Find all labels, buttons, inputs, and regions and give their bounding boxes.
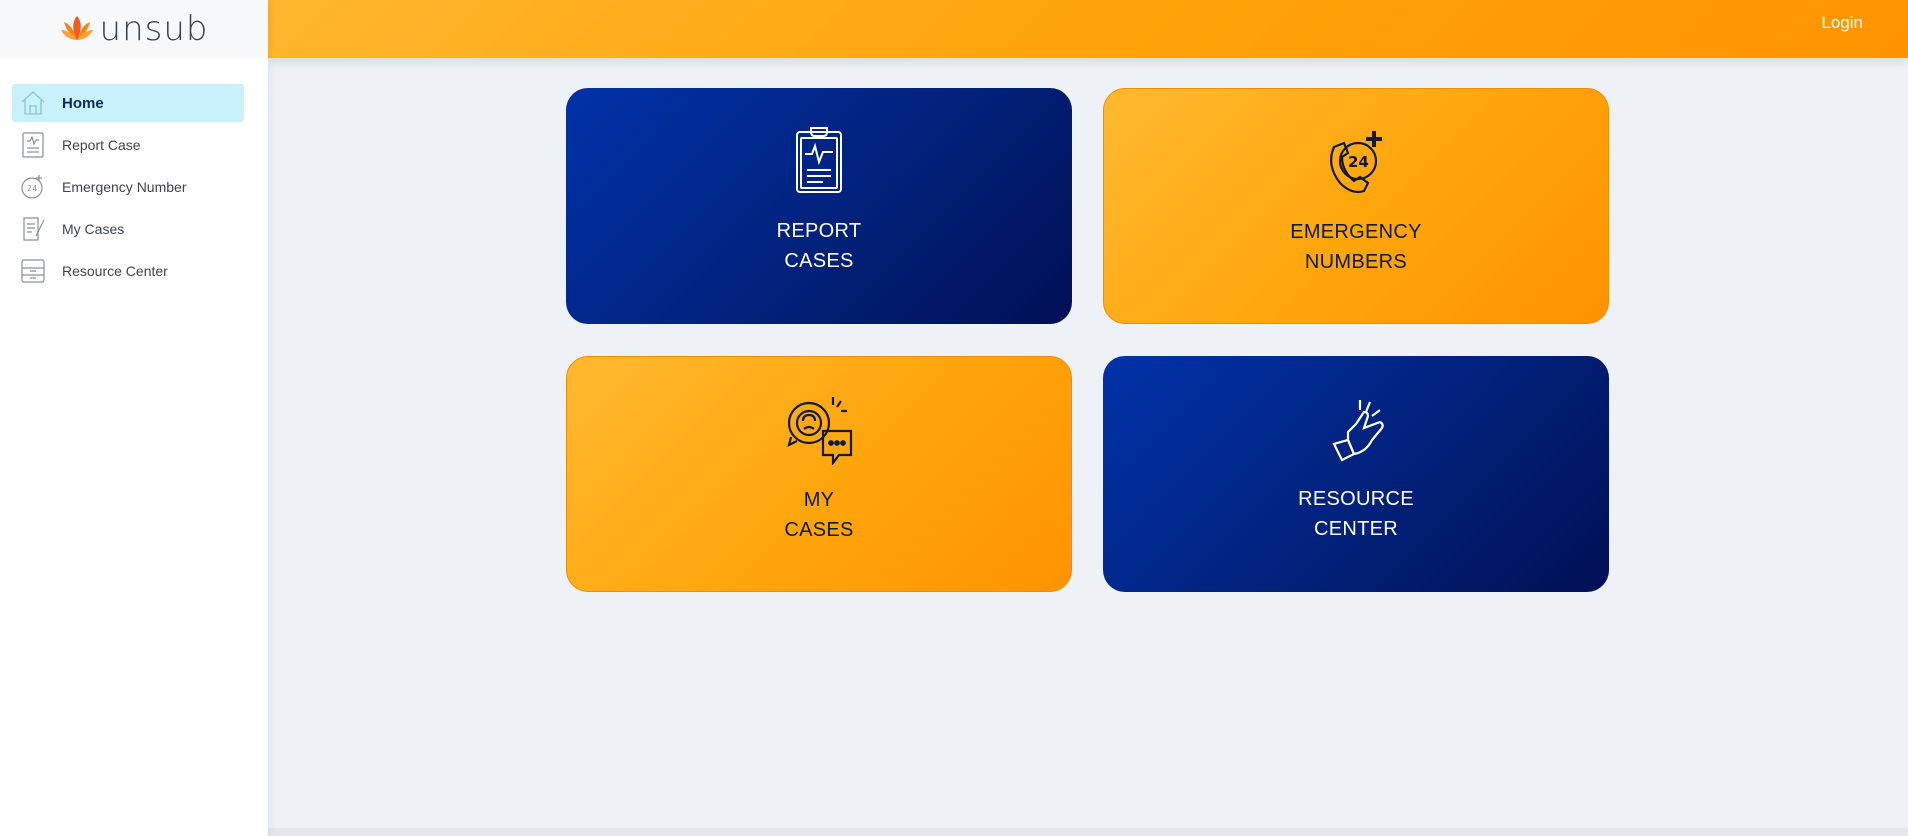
sidebar-item-label: Emergency Number xyxy=(62,179,187,195)
hand-pointing-icon xyxy=(1320,392,1392,464)
card-title-line2: NUMBERS xyxy=(1304,251,1408,273)
card-title-line2: CASES xyxy=(784,519,854,541)
svg-text:24: 24 xyxy=(1348,153,1369,171)
card-title-line2: CENTER xyxy=(1313,518,1399,540)
card-title-line1: RESOURCE xyxy=(1298,488,1414,510)
brand-logo[interactable]: unsub xyxy=(0,0,268,58)
logo-text: unsub xyxy=(99,9,209,49)
card-title-line2: CASES xyxy=(784,250,854,272)
clipboard-heartbeat-icon xyxy=(783,124,855,196)
card-emergency-numbers[interactable]: 24 EMERGENCY NUMBERS xyxy=(1103,88,1609,324)
bottom-divider xyxy=(268,828,1908,836)
chat-bubbles-icon xyxy=(783,393,855,467)
home-icon xyxy=(18,88,48,118)
sidebar-item-label: My Cases xyxy=(62,221,125,237)
sidebar-item-label: Report Case xyxy=(62,137,141,153)
card-title-line1: EMERGENCY xyxy=(1290,221,1422,243)
sidebar-nav: Home Report Case 24 Emergency Number My … xyxy=(0,58,268,290)
card-resource-center[interactable]: RESOURCE CENTER xyxy=(1103,356,1609,592)
card-title-line1: MY xyxy=(803,489,835,511)
notes-icon xyxy=(18,214,48,244)
phone-24-icon: 24 xyxy=(1320,125,1392,197)
lotus-icon xyxy=(60,16,93,40)
card-title-line1: REPORT xyxy=(776,220,862,242)
sidebar-item-resource-center[interactable]: Resource Center xyxy=(12,252,244,290)
card-report-cases[interactable]: REPORT CASES xyxy=(566,88,1072,324)
card-my-cases[interactable]: MY CASES xyxy=(566,356,1072,592)
sidebar: unsub Home Report Case 24 Emergency Numb… xyxy=(0,0,268,836)
sidebar-item-label: Home xyxy=(62,94,104,112)
phone-24-icon: 24 xyxy=(18,172,48,202)
clipboard-icon xyxy=(18,130,48,160)
cabinet-icon xyxy=(18,256,48,286)
svg-text:24: 24 xyxy=(27,184,37,193)
sidebar-item-label: Resource Center xyxy=(62,263,168,279)
sidebar-item-home[interactable]: Home xyxy=(12,84,244,122)
sidebar-item-emergency-number[interactable]: 24 Emergency Number xyxy=(12,168,244,206)
top-header: Login xyxy=(268,0,1908,58)
sidebar-item-my-cases[interactable]: My Cases xyxy=(12,210,244,248)
login-link[interactable]: Login xyxy=(1821,13,1863,33)
dashboard-grid: REPORT CASES 24 EMERGENCY NUMBERS MY CAS… xyxy=(268,58,1908,828)
sidebar-item-report-case[interactable]: Report Case xyxy=(12,126,244,164)
